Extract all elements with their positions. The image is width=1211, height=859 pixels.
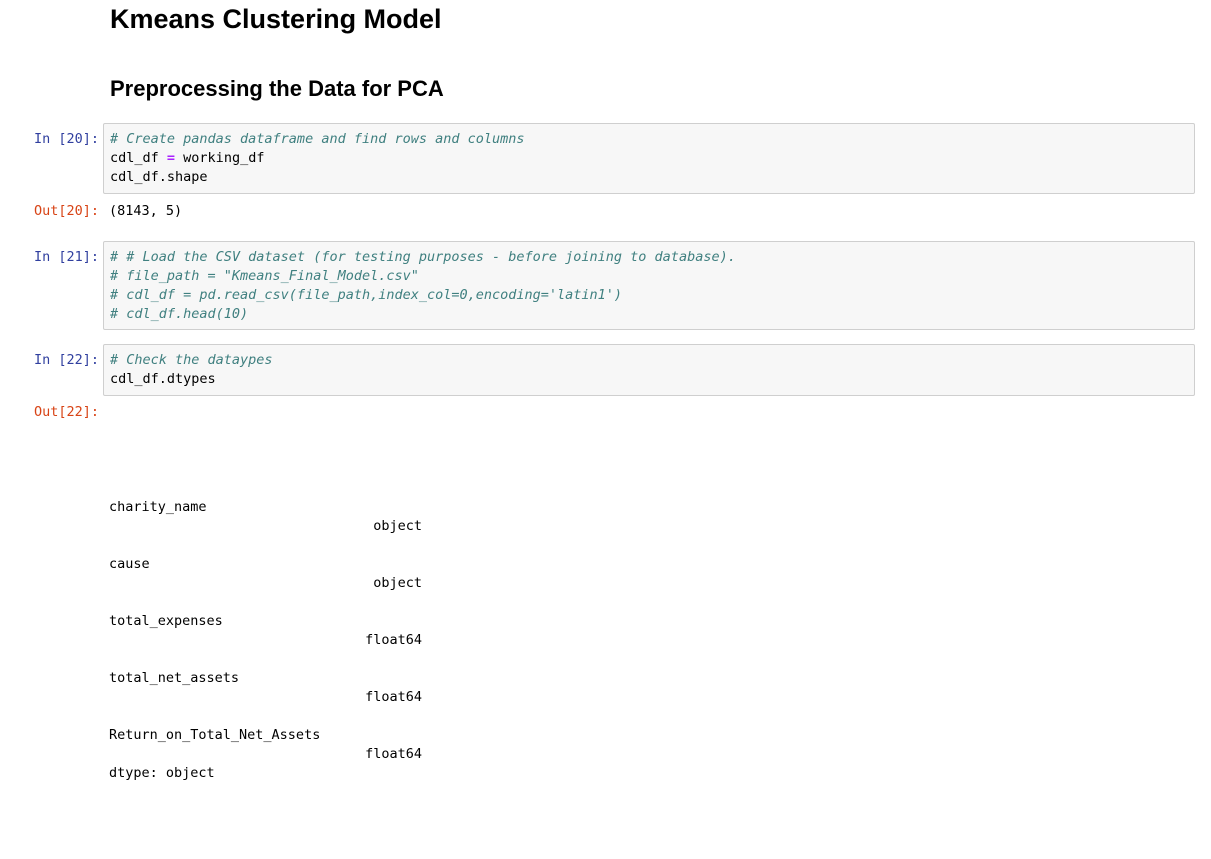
code-line: # Create pandas dataframe and find rows … xyxy=(110,130,1194,149)
code-operator: = xyxy=(166,150,176,166)
code-comment: # cdl_df = pd.read_csv(file_path,index_c… xyxy=(110,287,623,303)
column-type: object xyxy=(373,575,422,591)
dtype-row: total_expenses float64 xyxy=(109,593,422,648)
output-prompt-22: Out[22]: xyxy=(33,404,99,420)
dtype-row: charity_name object xyxy=(109,479,422,534)
input-prompt-20: In [20]: xyxy=(33,131,99,147)
section-heading: Preprocessing the Data for PCA xyxy=(110,76,444,101)
code-text: working_df xyxy=(175,150,265,166)
output-22: charity_name object cause object total_e… xyxy=(109,403,422,859)
code-text: cdl_df xyxy=(110,150,167,166)
code-comment: # Check the dataypes xyxy=(110,352,273,368)
code-comment: # cdl_df.head(10) xyxy=(110,306,249,322)
code-comment: # # Load the CSV dataset (for testing pu… xyxy=(110,249,736,265)
code-cell-20[interactable]: # Create pandas dataframe and find rows … xyxy=(103,123,1195,194)
code-line: cdl_df.dtypes xyxy=(110,371,216,387)
column-name: Return_on_Total_Net_Assets xyxy=(109,727,321,743)
column-type: float64 xyxy=(365,632,422,648)
column-type: float64 xyxy=(365,746,422,762)
input-prompt-21: In [21]: xyxy=(33,249,99,265)
page-title: Kmeans Clustering Model xyxy=(110,4,442,34)
code-comment: # Create pandas dataframe and find rows … xyxy=(110,131,525,147)
input-prompt-22: In [22]: xyxy=(33,352,99,368)
dtype-row: total_net_assets float64 xyxy=(109,650,422,705)
column-name: total_expenses xyxy=(109,613,223,629)
output-20: (8143, 5) xyxy=(109,203,183,219)
column-type: object xyxy=(373,518,422,534)
code-cell-22[interactable]: # Check the dataypes cdl_df.dtypes xyxy=(103,344,1195,396)
dtype-row: cause object xyxy=(109,536,422,591)
column-name: cause xyxy=(109,556,150,572)
code-line: cdl_df.shape xyxy=(110,169,208,185)
column-type: float64 xyxy=(365,689,422,705)
dtype-footer: dtype: object xyxy=(109,765,215,781)
dtype-row: Return_on_Total_Net_Assets float64 xyxy=(109,707,422,762)
dtypes-table: charity_name object cause object total_e… xyxy=(109,441,422,821)
code-comment: # file_path = "Kmeans_Final_Model.csv" xyxy=(110,268,419,284)
column-name: total_net_assets xyxy=(109,670,240,686)
code-line: cdl_df = working_df xyxy=(110,149,1194,168)
column-name: charity_name xyxy=(109,499,207,515)
output-prompt-20: Out[20]: xyxy=(33,203,99,219)
notebook: Kmeans Clustering Model Preprocessing th… xyxy=(0,0,1211,781)
code-cell-21[interactable]: # # Load the CSV dataset (for testing pu… xyxy=(103,241,1195,330)
